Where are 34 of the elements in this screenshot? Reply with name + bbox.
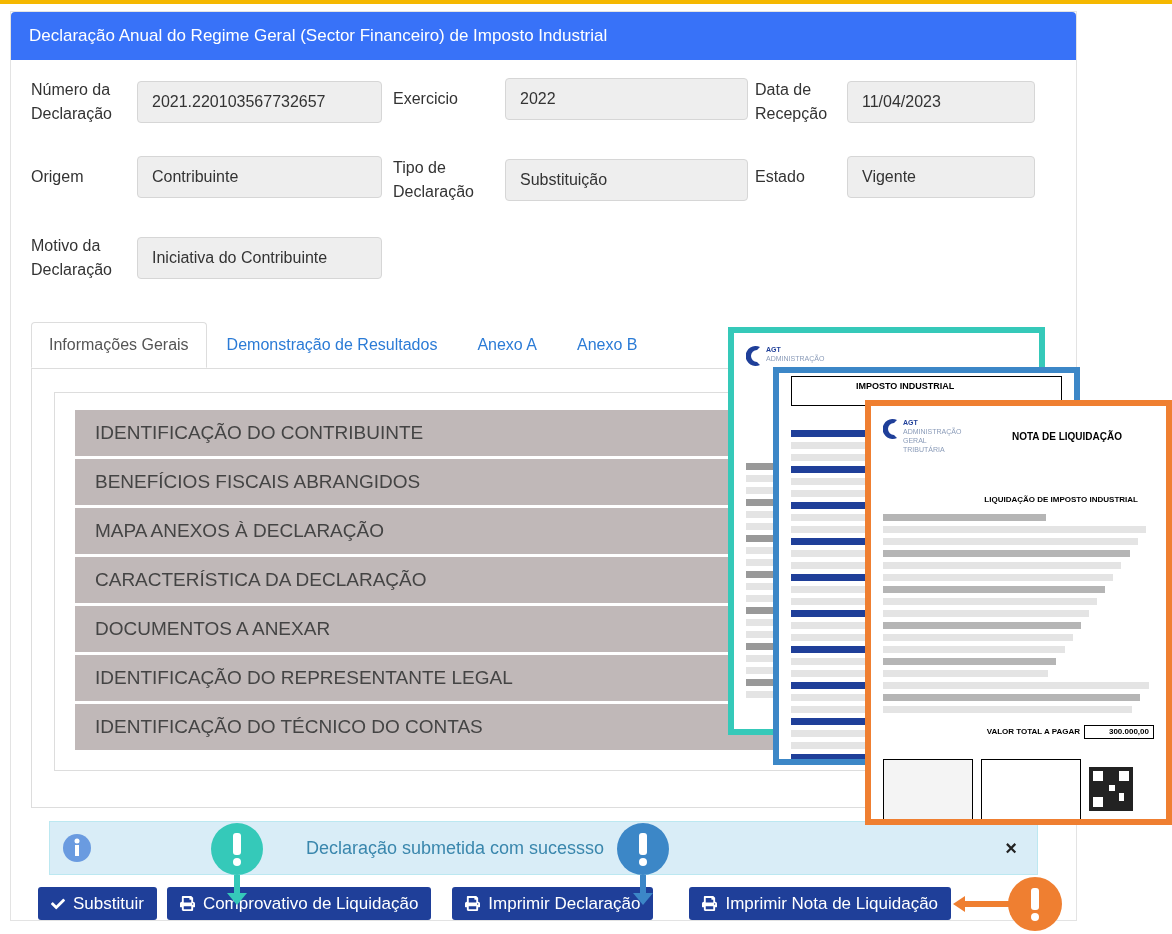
print-button[interactable]: Imprimir Declaração — [452, 887, 654, 920]
alert-message: Declaração submetida com sucessso — [306, 836, 605, 860]
readonly-field[interactable]: 2021.220103567732657 — [137, 80, 382, 123]
field-label: Número da Declaração — [31, 79, 113, 124]
document-title: IMPOSTO INDUSTRIAL — [856, 380, 955, 393]
readonly-field[interactable]: Substituição — [505, 158, 748, 201]
close-button[interactable]: × — [1005, 833, 1017, 864]
field-label: Exercicio — [393, 88, 459, 109]
readonly-field[interactable]: 2022 — [505, 77, 748, 120]
field-label: Origem — [31, 166, 85, 187]
print-icon — [465, 896, 481, 911]
field-label: Tipo de Declaração — [393, 157, 475, 202]
total-amount: 300.000,00 — [1084, 725, 1154, 739]
print-button[interactable]: Imprimir Nota de Liquidação — [689, 887, 952, 920]
check-icon — [51, 896, 65, 911]
print-icon — [702, 896, 718, 911]
field-label: Estado — [755, 166, 806, 187]
field-label: Motivo da Declaração — [31, 235, 113, 280]
tab[interactable]: Anexo B — [557, 321, 658, 368]
info-icon — [62, 833, 92, 864]
tab[interactable]: Anexo A — [457, 321, 557, 368]
panel-title: Declaração Anual do Regime Geral (Sector Financeiro) de Imposto Industrial — [29, 25, 608, 48]
readonly-field[interactable]: Vigente — [847, 155, 1035, 198]
substitute-button[interactable]: Substituir — [38, 887, 157, 920]
print-button[interactable]: Comprovativo de Liquidação — [166, 887, 432, 920]
readonly-field[interactable]: Contribuinte — [137, 155, 382, 198]
print-icon — [179, 896, 195, 911]
field-label: Data de Recepção — [755, 79, 829, 124]
readonly-field[interactable]: Iniciativa do Contribuinte — [137, 236, 382, 279]
qr-code-icon — [1089, 767, 1133, 811]
document-title: NOTA DE LIQUIDAÇÃO — [1012, 429, 1122, 444]
readonly-field[interactable]: 11/04/2023 — [847, 80, 1035, 123]
tab[interactable]: Informações Gerais — [31, 321, 207, 368]
tab[interactable]: Demonstração de Resultados — [206, 321, 458, 368]
